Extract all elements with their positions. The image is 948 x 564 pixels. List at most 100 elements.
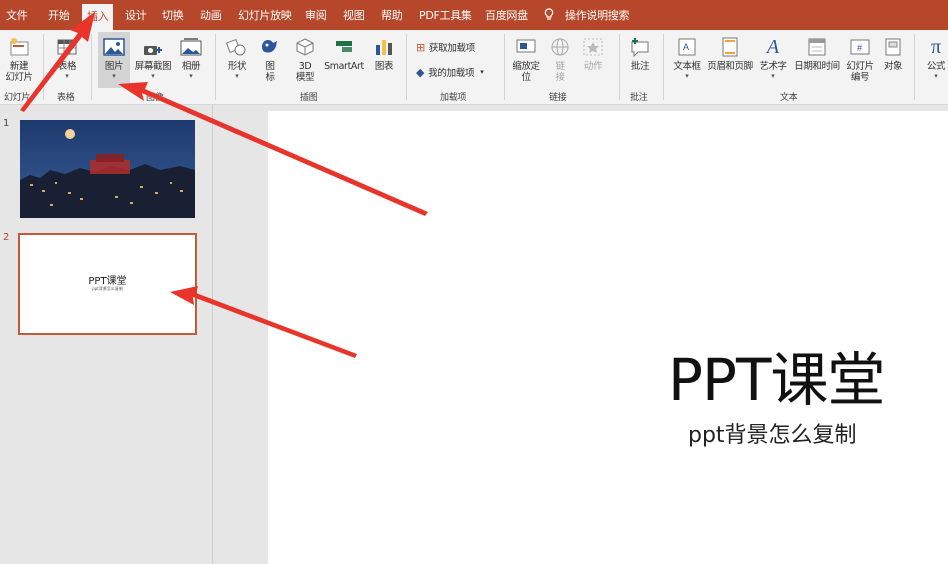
get-addins-label: 获取加载项 <box>428 43 475 54</box>
slide-canvas[interactable]: PPT课堂 ppt背景怎么复制 <box>268 111 948 564</box>
store-icon: ⊞ <box>416 40 425 54</box>
chevron-down-icon: ▾ <box>685 72 689 80</box>
tab-view[interactable]: 视图 <box>343 0 365 30</box>
thumbnail-title: PPT课堂 <box>88 276 127 287</box>
header-footer-button[interactable]: 页眉和页脚 <box>704 30 756 72</box>
tab-file[interactable]: 文件 <box>6 0 28 30</box>
screenshot-label: 屏幕截图 <box>134 61 172 72</box>
link-label: 链 接 <box>555 61 565 83</box>
pictures-label: 图片 <box>104 61 124 72</box>
icons-label: 图 标 <box>265 61 275 83</box>
wordart-button[interactable]: A 艺术字 ▾ <box>757 30 789 81</box>
equation-button[interactable]: π 公式 ▾ <box>924 30 948 81</box>
shapes-icon <box>226 36 248 58</box>
editor-gutter <box>213 105 268 564</box>
action-label: 动作 <box>583 61 603 72</box>
album-icon <box>180 36 202 58</box>
slide-number-icon: # <box>849 36 871 58</box>
calendar-icon <box>806 36 828 58</box>
wordart-label: 艺术字 <box>759 61 787 72</box>
screenshot-button[interactable]: 屏幕截图 ▾ <box>132 30 174 80</box>
3d-models-button[interactable]: 3D 模型 <box>290 30 320 83</box>
zoom-icon <box>515 36 537 58</box>
link-button[interactable]: 链 接 <box>548 30 572 83</box>
3d-models-label: 3D 模型 <box>295 61 315 83</box>
separator <box>663 34 664 100</box>
pictures-button[interactable]: 图片 ▾ <box>99 30 129 80</box>
separator <box>914 34 915 100</box>
picture-icon <box>103 36 125 58</box>
new-comment-button[interactable]: 批注 <box>626 30 654 72</box>
tab-transitions[interactable]: 切换 <box>162 0 184 30</box>
smartart-icon <box>333 36 355 58</box>
tab-design[interactable]: 设计 <box>125 0 147 30</box>
action-button[interactable]: 动作 <box>580 30 606 72</box>
table-label: 表格 <box>57 61 77 72</box>
chart-button[interactable]: 图表 <box>370 30 398 72</box>
separator <box>43 34 44 100</box>
shapes-button[interactable]: 形状 ▾ <box>222 30 252 80</box>
header-footer-label: 页眉和页脚 <box>707 61 753 72</box>
night-city-image <box>20 120 195 218</box>
new-slide-button[interactable]: 新建 幻灯片 <box>2 30 36 83</box>
tab-insert[interactable]: 插入 <box>82 4 114 30</box>
smartart-button[interactable]: SmartArt <box>322 30 366 72</box>
group-comments-label: 批注 <box>630 93 648 103</box>
cube-icon <box>294 36 316 58</box>
date-time-button[interactable]: 日期和时间 <box>791 30 843 72</box>
table-icon <box>56 36 78 58</box>
group-text-label: 文本 <box>780 93 798 103</box>
tab-home[interactable]: 开始 <box>48 0 70 30</box>
object-button[interactable]: 对象 <box>879 30 907 72</box>
table-button[interactable]: 表格 ▾ <box>52 30 82 80</box>
textbox-label: 文本框 <box>673 61 701 72</box>
comment-label: 批注 <box>630 61 650 72</box>
camera-icon <box>142 36 164 58</box>
zoom-label: 缩放定 位 <box>512 61 540 83</box>
chevron-down-icon: ▾ <box>112 72 116 80</box>
group-images-label: 图像 <box>146 93 164 103</box>
lightbulb-icon <box>544 0 554 30</box>
tab-pdf-tools[interactable]: PDF工具集 <box>419 0 472 30</box>
slide-subtitle[interactable]: ppt背景怎么复制 <box>688 417 857 449</box>
tab-review[interactable]: 审阅 <box>305 0 327 30</box>
tell-me-search[interactable]: 操作说明搜索 <box>565 0 630 30</box>
photo-album-button[interactable]: 相册 ▾ <box>176 30 206 80</box>
slide-number-button[interactable]: # 幻灯片 编号 <box>844 30 876 83</box>
chevron-down-icon: ▾ <box>189 72 193 80</box>
slide-title[interactable]: PPT课堂 <box>668 333 885 417</box>
chart-label: 图表 <box>374 61 394 72</box>
chart-icon <box>373 36 395 58</box>
slide-thumbnail-1[interactable] <box>20 120 195 218</box>
slide-thumbnail-2[interactable]: PPT课堂 ppt背景怎么复制 <box>18 233 197 335</box>
tab-slideshow[interactable]: 幻灯片放映 <box>238 0 292 30</box>
equation-label: 公式 <box>926 61 946 72</box>
shapes-label: 形状 <box>227 61 247 72</box>
tab-baidu-netdisk[interactable]: 百度网盘 <box>485 0 528 30</box>
textbox-button[interactable]: A 文本框 ▾ <box>670 30 704 80</box>
icons-button[interactable]: 图 标 <box>258 30 282 83</box>
globe-link-icon <box>549 36 571 58</box>
pi-icon: π <box>930 35 942 58</box>
menu-bar: 文件 开始 插入 设计 切换 动画 幻灯片放映 审阅 视图 帮助 PDF工具集 … <box>0 0 948 30</box>
group-links-label: 链接 <box>549 93 567 103</box>
icons-icon <box>259 36 281 58</box>
ribbon: 新建 幻灯片 幻灯片 表格 ▾ 表格 图片 ▾ 屏幕截图 ▾ 相册 ▾ 图像 形… <box>0 30 948 105</box>
textbox-icon: A <box>676 36 698 58</box>
get-addins-button[interactable]: ⊞ 获取加载项 <box>416 40 475 55</box>
chevron-down-icon: ▾ <box>771 72 775 80</box>
slide-thumbnails-pane: 1 2 PPT课堂 ppt背景怎么复制 <box>0 105 213 564</box>
zoom-button[interactable]: 缩放定 位 <box>509 30 543 83</box>
new-slide-label: 新建 幻灯片 <box>5 61 33 83</box>
chevron-down-icon: ▾ <box>934 72 938 80</box>
svg-text:#: # <box>857 43 862 53</box>
my-addins-button[interactable]: ◆ 我的加载项 ▾ <box>416 65 484 80</box>
chevron-down-icon: ▾ <box>65 72 69 80</box>
object-label: 对象 <box>883 61 903 72</box>
tab-help[interactable]: 帮助 <box>381 0 403 30</box>
group-tables-label: 表格 <box>57 93 75 103</box>
slide-number-label: 幻灯片 编号 <box>846 61 874 83</box>
tab-animations[interactable]: 动画 <box>200 0 222 30</box>
new-slide-icon <box>8 36 30 58</box>
group-slides-label: 幻灯片 <box>4 93 31 103</box>
